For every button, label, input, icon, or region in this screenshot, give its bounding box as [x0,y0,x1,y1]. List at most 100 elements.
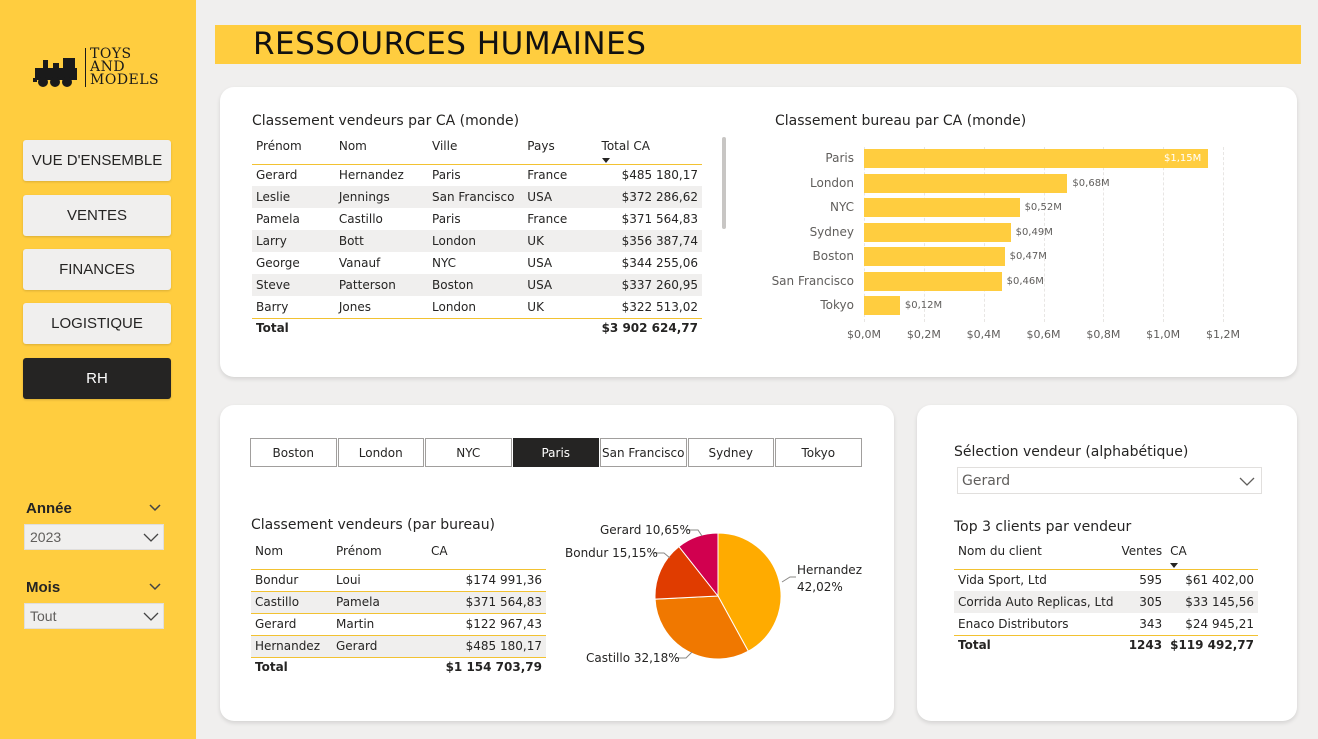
pie-label-gerard: Gerard 10,65% [600,523,691,537]
bar[interactable] [864,247,1005,266]
table-row[interactable]: Steve Patterson Boston USA $337 260,95 [252,274,702,296]
month-filter-dropdown[interactable]: Tout [24,603,164,629]
table-cell: $33 145,56 [1166,591,1258,613]
sort-descending-icon [601,157,610,163]
table-scrollbar[interactable] [722,137,726,229]
col-header-nom[interactable]: Nom [335,137,428,164]
sellers-office-title: Classement vendeurs (par bureau) [251,517,496,533]
table-cell: Bott [334,230,428,252]
table-row[interactable]: Leslie Jennings San Francisco USA $372 286,6… [252,186,702,208]
table-cell: London [432,299,476,314]
bar-value-label: $0,68M [1072,177,1110,189]
table-row[interactable]: George Vanauf NYC USA $344 255,06 [252,252,702,274]
table-row[interactable]: Gerard Hernandez Paris France $485 180,17 [252,163,702,186]
table-cell: UK [523,230,598,252]
bar-value-label: $1,15M [1164,153,1202,164]
office-chart-title: Classement bureau par CA (monde) [775,113,1027,129]
table-cell: Vida Sport, Ltd [954,568,1118,591]
city-tab-san-francisco[interactable]: San Francisco [600,438,687,467]
seller-select-dropdown[interactable]: Gerard [957,467,1262,494]
total-spacer [332,656,427,677]
city-tab-paris[interactable]: Paris [512,438,599,467]
table-cell: Castillo [338,212,383,226]
pie-label-hernandez-pct: 42,02% [797,580,843,594]
table-cell: $485 180,17 [427,635,546,658]
sellers-world-title: Classement vendeurs par CA (monde) [252,113,520,129]
table-cell: UK [527,299,544,314]
bar-value-label: $0,12M [904,300,943,311]
chevron-down-icon [143,533,159,542]
city-tab-sydney[interactable]: Sydney [687,438,774,467]
table-cell: George [256,256,300,270]
col-header-prenom[interactable]: Prénom [332,542,427,569]
table-row[interactable]: Vida Sport, Ltd 595 $61 402,00 [954,568,1258,591]
nav-rh-button[interactable]: RH [23,358,171,399]
col-header-ca[interactable]: CA [1166,542,1258,569]
table-cell: Enaco Distributors [958,616,1069,631]
table-cell: USA [523,274,598,296]
bar-category-label: Boston [812,249,854,263]
city-tab-tokyo[interactable]: Tokyo [775,438,862,467]
page-title: RESSOURCES HUMAINES [253,26,647,62]
table-cell: $61 402,00 [1166,568,1258,591]
col-header-total-ca[interactable]: Total CA [598,137,702,164]
col-header-nom[interactable]: Nom [251,542,332,569]
table-cell: Boston [428,274,524,296]
sort-descending-icon [1170,562,1179,568]
top-clients-title: Top 3 clients par vendeur [954,519,1132,535]
year-filter-dropdown[interactable]: 2023 [24,524,164,550]
nav-finances-button[interactable]: FINANCES [23,249,171,290]
nav-ventes-button[interactable]: VENTES [23,195,171,236]
bar-category-label: Tokyo [820,298,854,312]
gridline [1223,147,1224,322]
table-cell: 595 [1117,568,1167,591]
table-cell: Gerard [251,613,332,636]
bar[interactable] [864,271,1002,291]
col-header-ca[interactable]: CA [427,542,546,569]
table-row[interactable]: Enaco Distributors 343 $24 945,21 [954,613,1258,635]
col-header-client[interactable]: Nom du client [954,542,1117,569]
table-cell: $322 513,02 [621,299,698,314]
table-row[interactable]: Castillo Pamela $371 564,83 [251,591,546,614]
bar[interactable] [864,198,1020,217]
bar[interactable] [864,173,1068,193]
col-header-ventes[interactable]: Ventes [1117,542,1166,569]
table-row[interactable]: Bondur Loui $174 991,36 [251,568,546,592]
col-header-ville[interactable]: Ville [428,137,523,164]
x-axis-tick: $1,0M [1146,328,1181,341]
x-axis-tick: $1,2M [1206,328,1240,341]
total-sales: 1243 [1117,634,1167,655]
bar[interactable] [864,296,900,315]
col-header-pays[interactable]: Pays [523,137,597,164]
table-row[interactable]: Pamela Castillo Paris France $371 564,83 [252,208,702,230]
city-tab-nyc[interactable]: NYC [425,438,512,467]
table-row[interactable]: Hernandez Gerard $485 180,17 [251,635,546,658]
table-cell: Jones [338,299,371,314]
total-value: $1 154 703,79 [427,656,546,677]
table-row[interactable]: Corrida Auto Replicas, Ltd 305 $33 145,56 [954,591,1258,613]
table-row[interactable]: Barry Jones London UK $322 513,02 [252,296,702,318]
table-cell: $372 286,62 [597,186,702,208]
bar[interactable] [864,222,1011,242]
table-cell: France [527,212,568,226]
total-spacer [334,317,598,338]
month-filter-collapse-icon[interactable] [148,582,162,592]
city-tab-boston[interactable]: Boston [250,438,337,467]
table-cell: $174 991,36 [427,568,546,592]
bar[interactable] [864,149,1209,168]
sidebar: TOYS AND MODELS VUE D'ENSEMBLE VENTES FI… [0,0,196,739]
table-cell: London [428,230,524,252]
table-cell: Pamela [332,591,427,614]
nav-vue-ensemble-button[interactable]: VUE D'ENSEMBLE [23,140,171,181]
table-row[interactable]: Larry Bott London UK $356 387,74 [252,230,702,252]
bar-value-label: $0,46M [1006,275,1044,287]
table-row[interactable]: Gerard Martin $122 967,43 [251,613,546,636]
logo-wordmark: TOYS AND MODELS [85,47,159,87]
col-header-prenom[interactable]: Prénom [252,137,335,164]
city-tab-london[interactable]: London [337,438,424,467]
table-cell: $122 967,43 [427,613,546,636]
table-cell: Loui [332,568,427,592]
nav-logistique-button[interactable]: LOGISTIQUE [23,303,171,344]
year-filter-collapse-icon[interactable] [148,503,162,513]
x-axis-tick: $0,6M [1026,328,1061,341]
